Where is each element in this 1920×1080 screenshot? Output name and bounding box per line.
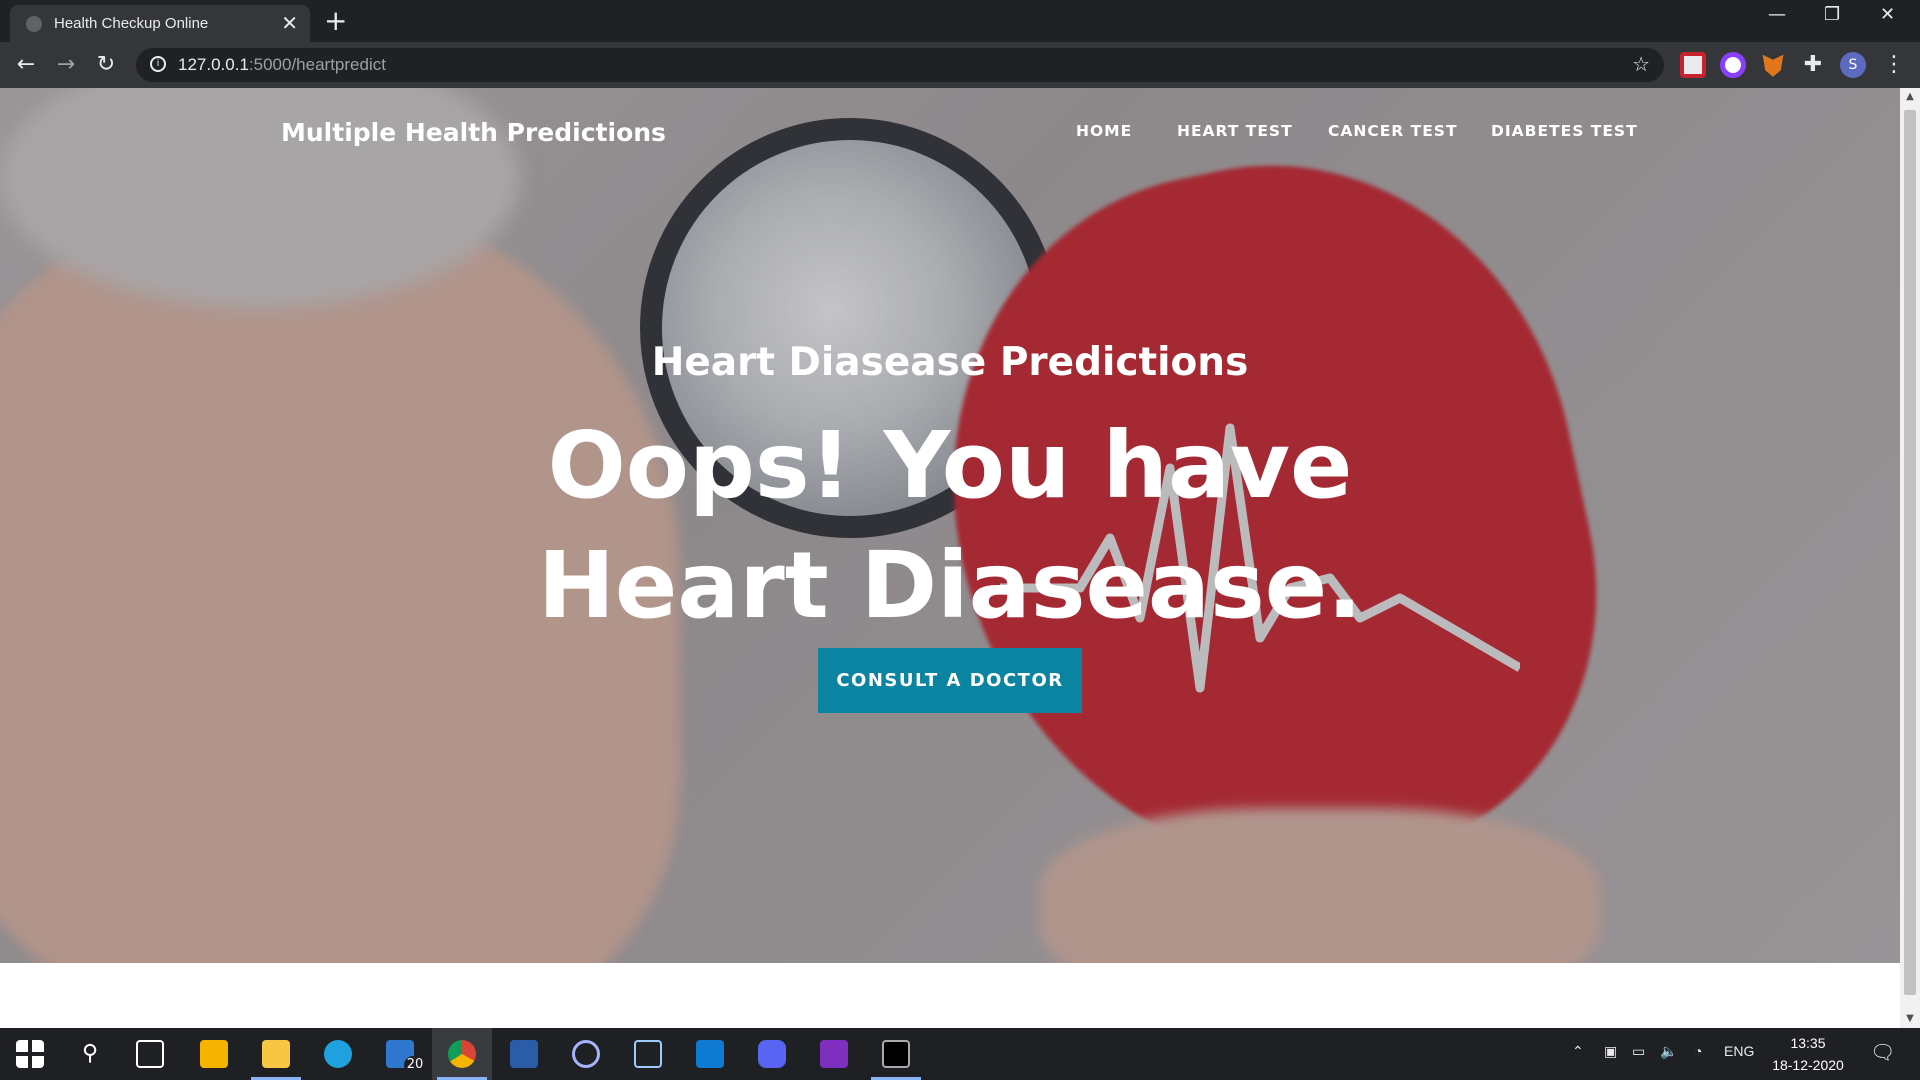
browser-tab[interactable]: Health Checkup Online ✕ [10,5,310,42]
devcpp-icon[interactable] [510,1040,538,1068]
scrollbar-thumb[interactable] [1904,110,1916,995]
edge-browser-icon[interactable] [324,1040,352,1068]
virtualbox-cube-icon[interactable] [634,1040,662,1068]
windows-start-icon[interactable] [16,1040,44,1068]
profile-avatar[interactable]: S [1840,52,1866,78]
windows-taskbar: ⚲ 20 ⌃ ▣ ▭ 🔈 ◔ ENG 13:35 18-12-2020 🗨 [0,1028,1920,1080]
site-brand[interactable]: Multiple Health Predictions [281,118,666,147]
new-tab-button[interactable]: + [324,6,347,36]
onenote-icon[interactable] [820,1040,848,1068]
terminal-icon[interactable] [882,1040,910,1068]
restore-button[interactable]: ❐ [1824,4,1840,25]
site-info-icon[interactable]: i [150,56,166,72]
minimize-button[interactable]: — [1768,4,1786,25]
close-tab-icon[interactable]: ✕ [281,12,298,34]
headline-line-2: Heart Diasease. [537,532,1363,639]
scroll-down-icon[interactable]: ▼ [1900,1010,1920,1028]
forward-icon[interactable]: → [52,51,80,79]
store-icon[interactable] [200,1040,228,1068]
chrome-icon[interactable] [448,1040,476,1068]
headline-line-1: Oops! You have [547,412,1353,519]
url-path: :5000/heartpredict [248,55,386,74]
reload-icon[interactable]: ↻ [92,51,120,79]
page-viewport: Multiple Health Predictions HOME HEART T… [0,88,1900,1028]
discord-icon[interactable] [758,1040,786,1068]
notifications-icon[interactable]: 🗨 [1870,1040,1895,1065]
nav-diabetes-test[interactable]: DIABETES TEST [1491,122,1638,140]
nav-heart-test[interactable]: HEART TEST [1177,122,1293,140]
language-indicator[interactable]: ENG [1724,1043,1754,1059]
meet-now-icon[interactable]: ▣ [1604,1043,1617,1060]
close-window-button[interactable]: ✕ [1880,4,1895,25]
url-host: 127.0.0.1 [178,55,249,74]
nav-home[interactable]: HOME [1076,122,1132,140]
hero-subtitle: Heart Diasease Predictions [651,340,1249,385]
address-bar[interactable]: i 127.0.0.1:5000/heartpredict ☆ [136,48,1664,82]
metamask-fox-icon[interactable] [1762,54,1784,77]
clock-time: 13:35 [1790,1035,1826,1051]
battery-icon[interactable]: ▭ [1632,1043,1645,1060]
task-view-icon[interactable] [136,1040,164,1068]
pocket-extension-icon[interactable] [1680,52,1706,78]
consult-doctor-button[interactable]: CONSULT A DOCTOR [818,648,1082,713]
search-icon[interactable]: ⚲ [76,1040,104,1068]
browser-tab-strip: Health Checkup Online ✕ + — ❐ ✕ [0,0,1920,42]
globe-icon [26,16,42,32]
tray-overflow-icon[interactable]: ⌃ [1572,1043,1584,1060]
extensions-puzzle-icon[interactable]: ✚ [1800,52,1826,78]
menu-kebab-icon[interactable]: ⋮ [1880,51,1908,79]
hero-section: Multiple Health Predictions HOME HEART T… [0,88,1900,963]
vscode-icon[interactable] [696,1040,724,1068]
result-headline: Oops! You have Heart Diasease. [0,406,1900,646]
volume-icon[interactable]: 🔈 [1660,1043,1677,1060]
clock-date: 18-12-2020 [1772,1057,1844,1073]
nav-cancer-test[interactable]: CANCER TEST [1328,122,1458,140]
mail-badge: 20 [404,1056,426,1074]
system-clock[interactable]: 13:35 18-12-2020 [1772,1032,1844,1076]
bookmark-star-icon[interactable]: ☆ [1632,52,1650,76]
back-icon[interactable]: ← [12,51,40,79]
wifi-icon[interactable]: ◔ [1694,1043,1702,1059]
extension-circle-icon[interactable] [1720,52,1746,78]
app-spiral-icon[interactable] [572,1040,600,1068]
scroll-up-icon[interactable]: ▲ [1900,88,1920,106]
page-scrollbar[interactable]: ▲ ▼ [1900,88,1920,1028]
tab-title: Health Checkup Online [54,15,209,32]
url-text: 127.0.0.1:5000/heartpredict [178,55,386,75]
browser-toolbar: ← → ↻ i 127.0.0.1:5000/heartpredict ☆ ✚ … [0,42,1920,88]
file-explorer-icon[interactable] [262,1040,290,1068]
